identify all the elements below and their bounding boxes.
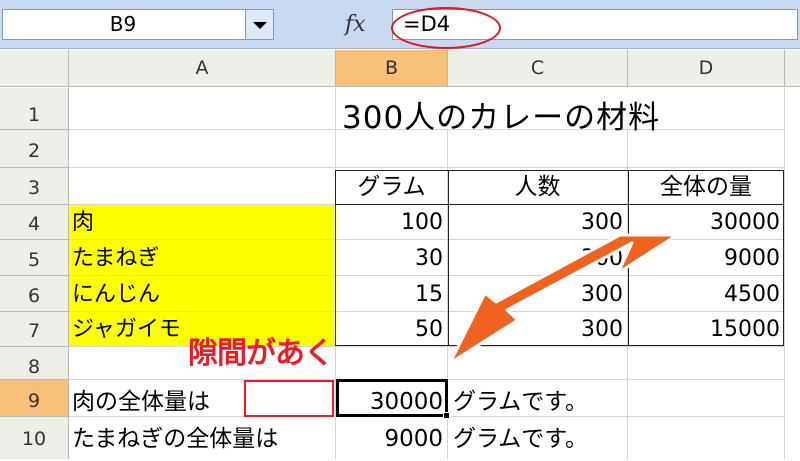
cell-c10[interactable]: グラムです。 bbox=[448, 417, 628, 459]
active-cell-cursor[interactable] bbox=[336, 379, 448, 417]
row-header-10[interactable]: 10 bbox=[0, 417, 69, 459]
row-header-8[interactable]: 8 bbox=[0, 347, 69, 380]
cell-b1[interactable]: 300人のカレーの材料 bbox=[336, 88, 785, 136]
cell-b7[interactable]: 50 bbox=[336, 312, 448, 347]
cell-c2[interactable] bbox=[448, 130, 628, 168]
column-header-c[interactable]: C bbox=[448, 50, 628, 87]
fx-label: fx bbox=[345, 12, 366, 37]
name-box[interactable]: B9 bbox=[2, 9, 274, 40]
gap-highlight-box bbox=[244, 380, 334, 417]
row-header-7[interactable]: 7 bbox=[0, 312, 69, 347]
fx-icon[interactable]: fx bbox=[345, 9, 385, 40]
column-header-a[interactable]: A bbox=[69, 50, 336, 87]
cell-b8[interactable] bbox=[336, 347, 448, 380]
cell-b2[interactable] bbox=[336, 130, 448, 168]
cell-d3[interactable]: 全体の量 bbox=[628, 168, 785, 205]
cell-b10[interactable]: 9000 bbox=[336, 417, 448, 459]
cell-a5[interactable]: たまねぎ bbox=[69, 240, 336, 276]
cell-a6[interactable]: にんじん bbox=[69, 276, 336, 312]
cell-a4[interactable]: 肉 bbox=[69, 205, 336, 240]
name-box-dropdown-button[interactable] bbox=[245, 10, 273, 39]
cell-b5[interactable]: 30 bbox=[336, 240, 448, 276]
cell-a3[interactable] bbox=[69, 168, 336, 205]
formula-highlight-ellipse bbox=[391, 7, 501, 49]
cell-d2[interactable] bbox=[628, 130, 785, 168]
cell-d10[interactable] bbox=[628, 417, 785, 459]
table-divider bbox=[335, 204, 784, 205]
row-header-5[interactable]: 5 bbox=[0, 240, 69, 276]
row-header-1[interactable]: 1 bbox=[0, 88, 69, 130]
chevron-down-icon bbox=[253, 22, 267, 29]
name-box-value[interactable]: B9 bbox=[3, 10, 243, 39]
row-header-3[interactable]: 3 bbox=[0, 168, 69, 205]
fill-handle[interactable] bbox=[443, 412, 450, 419]
cell-a10[interactable]: たまねぎの全体量は bbox=[69, 417, 336, 459]
cell-d9[interactable] bbox=[628, 380, 785, 417]
cell-a1[interactable] bbox=[69, 88, 336, 130]
select-all-corner[interactable] bbox=[0, 50, 69, 87]
arrow-icon bbox=[448, 233, 679, 365]
cell-c9[interactable]: グラムです。 bbox=[448, 380, 628, 417]
row-header-9[interactable]: 9 bbox=[0, 380, 69, 417]
cell-b3[interactable]: グラム bbox=[336, 168, 448, 205]
gap-annotation-label: 隙間があく bbox=[188, 336, 334, 371]
cell-a2[interactable] bbox=[69, 130, 336, 168]
cell-b6[interactable]: 15 bbox=[336, 276, 448, 312]
row-header-4[interactable]: 4 bbox=[0, 205, 69, 240]
row-header-6[interactable]: 6 bbox=[0, 276, 69, 312]
column-header-d[interactable]: D bbox=[628, 50, 785, 87]
cell-c3[interactable]: 人数 bbox=[448, 168, 628, 205]
column-header-b[interactable]: B bbox=[336, 50, 448, 87]
cell-b4[interactable]: 100 bbox=[336, 205, 448, 240]
row-header-2[interactable]: 2 bbox=[0, 130, 69, 168]
column-header-e[interactable] bbox=[785, 50, 800, 87]
